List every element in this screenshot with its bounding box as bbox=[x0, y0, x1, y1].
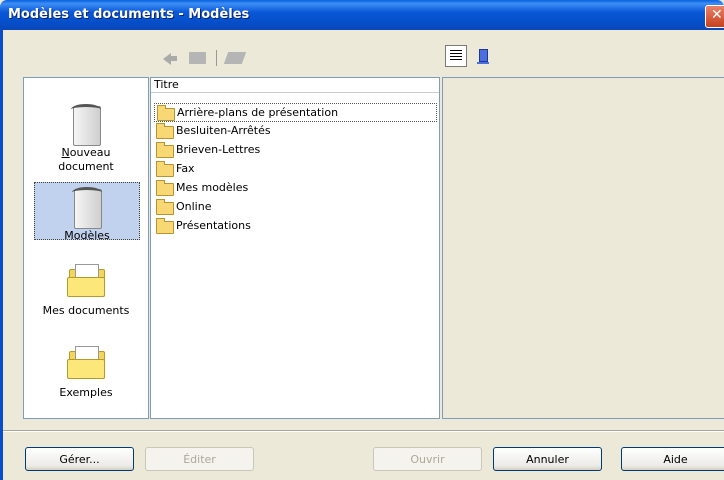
list-item-label: Arrière-plans de présentation bbox=[177, 106, 339, 119]
print-icon[interactable] bbox=[223, 52, 247, 64]
document-preview-button[interactable] bbox=[472, 45, 494, 67]
list-item-label: Présentations bbox=[176, 219, 251, 232]
folder-icon bbox=[156, 142, 174, 158]
list-item[interactable]: Présentations bbox=[154, 217, 436, 235]
list-item[interactable]: Besluiten-Arrêtés bbox=[154, 122, 436, 140]
open-button[interactable]: Ouvrir bbox=[373, 447, 482, 471]
file-list[interactable]: Titre Arrière-plans de présentation Besl… bbox=[150, 77, 440, 419]
column-header-title[interactable]: Titre bbox=[151, 78, 439, 93]
examples-folder-icon bbox=[67, 346, 105, 379]
list-item-label: Fax bbox=[176, 162, 195, 175]
window-title: Modèles et documents - Modèles bbox=[8, 7, 250, 22]
help-button[interactable]: Aide bbox=[621, 447, 724, 471]
column-header-label: Titre bbox=[154, 78, 179, 91]
list-item[interactable]: Brieven-Lettres bbox=[154, 141, 436, 159]
folder-icon bbox=[156, 199, 174, 215]
sidebar-item-my-documents[interactable]: Mes documents bbox=[34, 264, 138, 318]
sidebar: Nouveau document Modèles Mes documents Ex… bbox=[23, 77, 149, 419]
list-item[interactable]: Arrière-plans de présentation bbox=[154, 103, 437, 122]
toolbar-separator bbox=[216, 50, 217, 66]
window-frame-left bbox=[0, 30, 3, 480]
folder-icon bbox=[157, 105, 175, 121]
manage-button[interactable]: Gérer... bbox=[25, 447, 134, 471]
folder-icon bbox=[156, 218, 174, 234]
cancel-button[interactable]: Annuler bbox=[493, 447, 602, 471]
sidebar-item-templates[interactable]: Modèles bbox=[34, 182, 140, 242]
edit-button[interactable]: Éditer bbox=[145, 447, 254, 471]
sidebar-item-label: Nouveau document bbox=[58, 146, 114, 173]
folder-icon bbox=[156, 123, 174, 139]
new-document-icon bbox=[69, 102, 103, 146]
list-item-label: Mes modèles bbox=[176, 181, 249, 194]
list-item-label: Besluiten-Arrêtés bbox=[176, 124, 271, 137]
list-item[interactable]: Online bbox=[154, 198, 436, 216]
close-button[interactable]: ✕ bbox=[705, 5, 724, 28]
folder-icon bbox=[156, 180, 174, 196]
list-view-button[interactable] bbox=[445, 45, 467, 67]
preview-pane bbox=[442, 77, 724, 419]
list-item-label: Brieven-Lettres bbox=[176, 143, 261, 156]
sidebar-item-examples[interactable]: Exemples bbox=[34, 346, 138, 400]
templates-icon bbox=[70, 185, 104, 229]
list-item-label: Online bbox=[176, 200, 212, 213]
sidebar-item-label: Mes documents bbox=[42, 304, 130, 317]
list-view-icon bbox=[450, 50, 462, 62]
document-preview-icon-base bbox=[477, 62, 489, 64]
divider-highlight bbox=[3, 431, 724, 432]
close-icon: ✕ bbox=[711, 7, 723, 23]
sidebar-item-new-document[interactable]: Nouveau document bbox=[34, 102, 138, 174]
list-item[interactable]: Fax bbox=[154, 160, 436, 178]
list-item[interactable]: Mes modèles bbox=[154, 179, 436, 197]
sidebar-item-label: Exemples bbox=[59, 386, 113, 399]
my-documents-folder-icon bbox=[67, 264, 105, 297]
folder-up-icon[interactable] bbox=[189, 52, 206, 64]
sidebar-item-label: Modèles bbox=[64, 229, 110, 242]
title-bar[interactable]: Modèles et documents - Modèles ✕ bbox=[0, 0, 724, 30]
back-arrow-tail bbox=[170, 56, 177, 61]
document-preview-icon bbox=[479, 49, 488, 62]
folder-icon bbox=[156, 161, 174, 177]
